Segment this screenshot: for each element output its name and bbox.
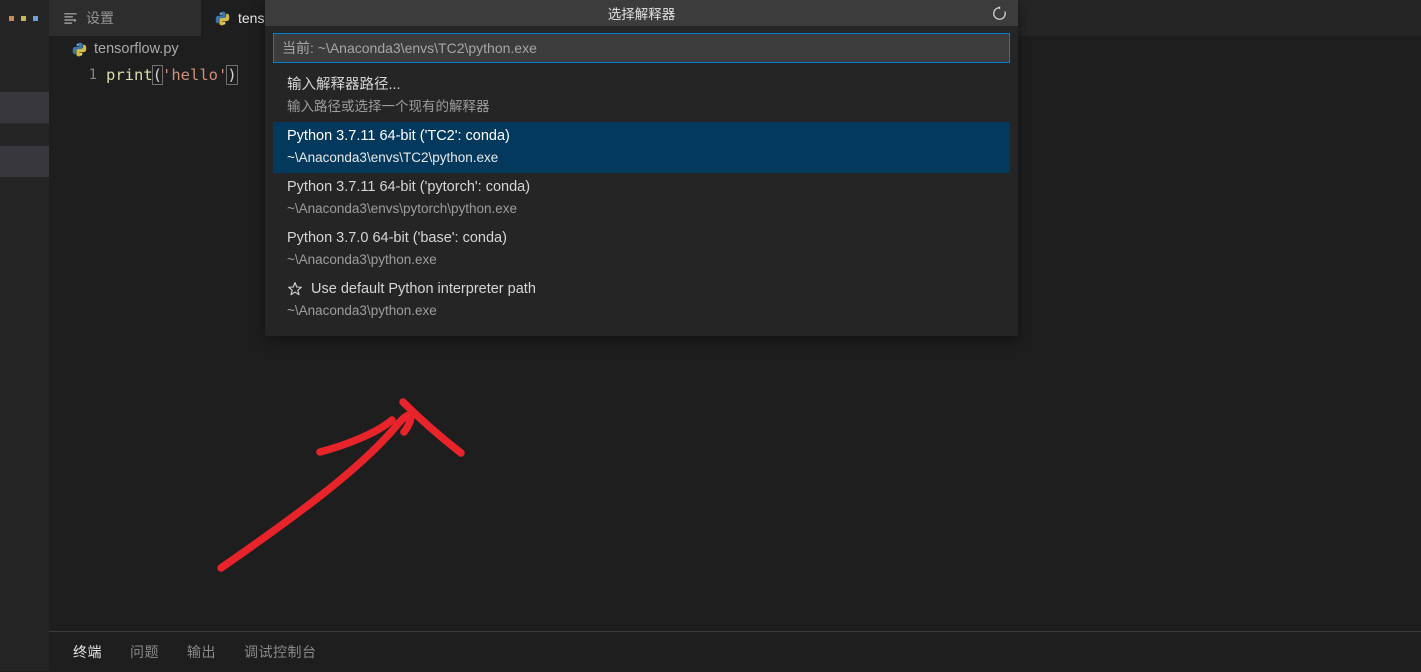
panel-tab-problems[interactable]: 问题 bbox=[130, 642, 159, 662]
code-token-string: 'hello' bbox=[162, 66, 228, 84]
list-item-label: Python 3.7.0 64-bit ('base': conda) bbox=[287, 230, 507, 246]
line-number: 1 bbox=[88, 67, 97, 83]
tab-settings-label: 设置 bbox=[86, 10, 114, 26]
interpreter-search-input[interactable] bbox=[273, 33, 1010, 63]
refresh-icon[interactable] bbox=[990, 4, 1008, 22]
list-item-description: 输入路径或选择一个现有的解释器 bbox=[287, 99, 490, 114]
list-item-label-wrap: Use default Python interpreter path bbox=[287, 278, 996, 300]
list-item-label: 输入解释器路径... bbox=[287, 77, 401, 93]
list-item-description: ~\Anaconda3\python.exe bbox=[287, 252, 437, 267]
settings-lines-icon bbox=[63, 11, 78, 26]
list-item[interactable]: 输入解释器路径... 输入路径或选择一个现有的解释器 bbox=[273, 71, 1010, 122]
sidebar-highlight-row-2[interactable] bbox=[0, 146, 49, 177]
vscode-window: 设置 tens tensorflow.py 1 print('hello') 选… bbox=[0, 0, 1421, 672]
breadcrumb-label: tensorflow.py bbox=[94, 41, 179, 57]
list-item-description: ~\Anaconda3\envs\pytorch\python.exe bbox=[287, 201, 518, 216]
list-item-label: Python 3.7.11 64-bit ('TC2': conda) bbox=[287, 128, 510, 144]
code-token-open-paren: ( bbox=[151, 65, 164, 85]
panel-tab-debug-console[interactable]: 调试控制台 bbox=[244, 642, 317, 662]
star-icon bbox=[287, 281, 303, 297]
code-token-function: print bbox=[106, 66, 153, 84]
list-item-description: ~\Anaconda3\envs\TC2\python.exe bbox=[287, 150, 499, 165]
activity-bar bbox=[0, 0, 49, 671]
select-interpreter-quickpick[interactable]: 选择解释器 输入解释器路径... 输入路径或选择一个现有的解释器 Python … bbox=[265, 0, 1018, 336]
python-file-icon bbox=[72, 42, 87, 57]
interpreter-list: 输入解释器路径... 输入路径或选择一个现有的解释器 Python 3.7.11… bbox=[273, 71, 1010, 336]
more-actions-icon[interactable] bbox=[9, 11, 38, 25]
code-text: print('hello') bbox=[106, 64, 238, 86]
bottom-panel: 终端 问题 输出 调试控制台 bbox=[49, 631, 1421, 672]
list-item[interactable]: Python 3.7.11 64-bit ('pytorch': conda) … bbox=[273, 173, 1010, 224]
list-item[interactable]: Use default Python interpreter path ~\An… bbox=[273, 275, 1010, 326]
panel-tab-list: 终端 问题 输出 调试控制台 bbox=[73, 632, 317, 672]
sidebar-highlight-row-1[interactable] bbox=[0, 92, 49, 124]
list-item[interactable]: Python 3.7.11 64-bit ('TC2': conda) ~\An… bbox=[273, 122, 1010, 173]
breadcrumb[interactable]: tensorflow.py bbox=[49, 36, 179, 62]
list-item-description: ~\Anaconda3\python.exe bbox=[287, 303, 437, 318]
tab-settings[interactable]: 设置 bbox=[49, 0, 201, 36]
quickpick-body: 输入解释器路径... 输入路径或选择一个现有的解释器 Python 3.7.11… bbox=[265, 26, 1018, 336]
list-item-label: Use default Python interpreter path bbox=[311, 281, 536, 297]
python-file-icon bbox=[215, 11, 230, 26]
panel-tab-terminal[interactable]: 终端 bbox=[73, 642, 102, 662]
list-item[interactable]: Python 3.7.0 64-bit ('base': conda) ~\An… bbox=[273, 224, 1010, 275]
tab-tensorflow-py-label: tens bbox=[238, 10, 265, 26]
quickpick-titlebar: 选择解释器 bbox=[265, 0, 1018, 26]
code-token-close-paren: ) bbox=[226, 65, 238, 85]
panel-tab-output[interactable]: 输出 bbox=[187, 642, 216, 662]
list-item-label: Python 3.7.11 64-bit ('pytorch': conda) bbox=[287, 179, 531, 195]
quickpick-title: 选择解释器 bbox=[607, 7, 676, 22]
